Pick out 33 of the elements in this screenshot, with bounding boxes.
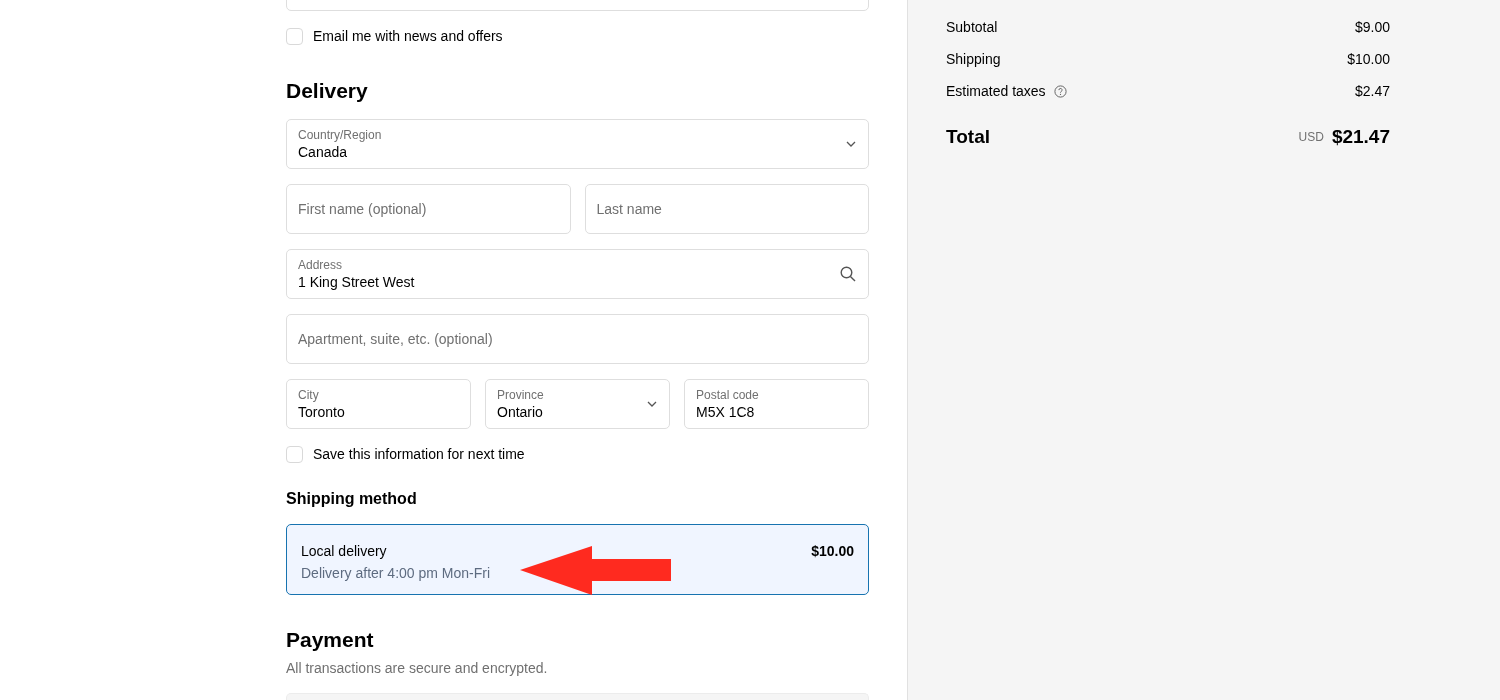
summary-label: Estimated taxes xyxy=(946,82,1046,100)
shipping-detail: Delivery after 4:00 pm Mon-Fri xyxy=(301,564,491,582)
checkbox[interactable] xyxy=(286,445,303,463)
shipping-option[interactable]: Local delivery Delivery after 4:00 pm Mon-Fri $10.00 xyxy=(286,524,869,595)
help-icon[interactable] xyxy=(1053,84,1067,98)
payment-note: All transactions are secure and encrypted. xyxy=(286,659,549,677)
section-heading: Shipping method xyxy=(286,489,418,509)
chevron-down-icon xyxy=(846,141,856,147)
checkbox-label: Email me with news and offers xyxy=(313,28,503,44)
summary-value: $9.00 xyxy=(1354,18,1390,36)
select-field[interactable]: Province Ontario xyxy=(485,379,670,429)
checkbox[interactable] xyxy=(286,27,303,45)
input-field[interactable]: City Toronto xyxy=(286,379,471,429)
currency-code: USD xyxy=(1298,130,1324,144)
shipping-name: Local delivery xyxy=(301,542,387,560)
checkbox-label: Save this information for next time xyxy=(313,446,525,462)
summary-label: Shipping xyxy=(946,50,1001,68)
summary-value: $2.47 xyxy=(1354,82,1390,100)
input-field[interactable]: Last name xyxy=(584,184,869,234)
select-field[interactable]: Country/Region Canada xyxy=(286,119,869,169)
summary-value: $10.00 xyxy=(1347,50,1390,68)
input-field[interactable]: First name (optional) xyxy=(286,184,571,234)
address-field[interactable]: Address 1 King Street West xyxy=(286,249,869,299)
chevron-down-icon xyxy=(647,401,657,407)
section-heading: Payment xyxy=(286,627,375,653)
shipping-price: $10.00 xyxy=(811,542,854,561)
summary-label: Subtotal xyxy=(946,18,998,36)
search-icon[interactable] xyxy=(840,266,856,282)
input-field[interactable]: Apartment, suite, etc. (optional) xyxy=(286,314,869,364)
section-heading: Delivery xyxy=(286,78,369,104)
input-field[interactable]: Postal code M5X 1C8 xyxy=(684,379,869,429)
total-label: Total xyxy=(946,126,990,148)
total-value: $21.47 xyxy=(1331,126,1390,148)
